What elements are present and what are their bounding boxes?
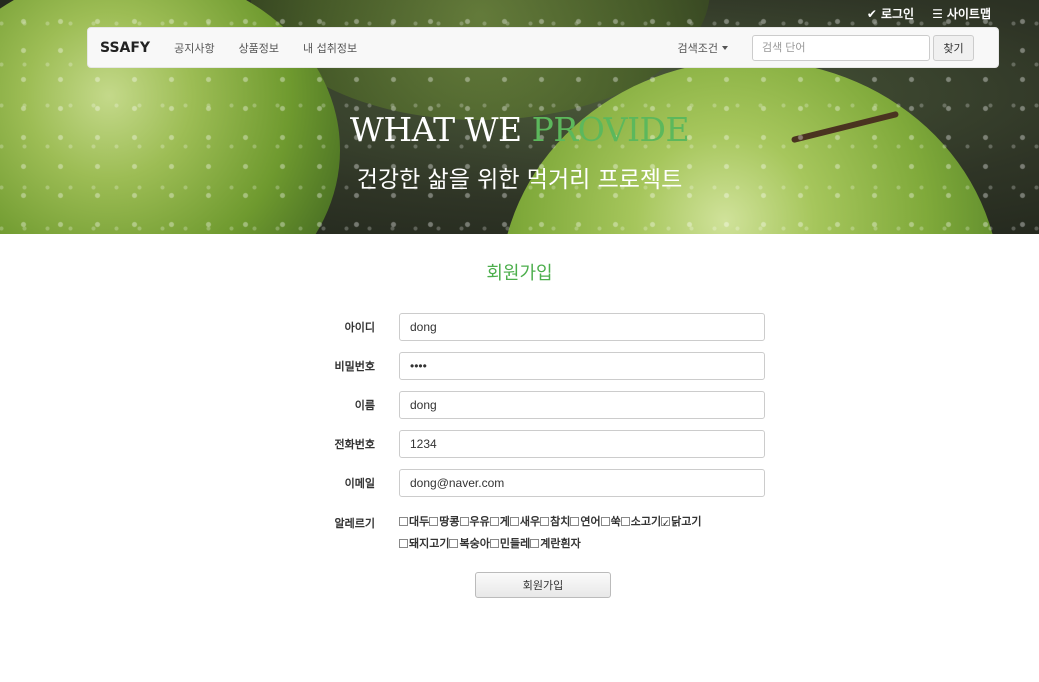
caret-down-icon (722, 45, 728, 50)
checkbox[interactable] (449, 539, 459, 548)
signup-button[interactable]: 회원가입 (475, 572, 611, 598)
allergy-checkbox-label: 민들레 (499, 537, 531, 550)
allergy-label: 알레르기 (334, 517, 375, 530)
allergy-checkbox-label: 새우 (519, 515, 541, 528)
search-button[interactable]: 찾기 (933, 34, 974, 61)
checkbox[interactable] (540, 517, 550, 526)
allergy-checkbox-label: 복숭아 (459, 537, 490, 550)
check-icon: ✔ (866, 6, 877, 21)
allergy-checkbox-item[interactable]: 닭고기 (661, 511, 702, 535)
checkbox[interactable] (399, 517, 408, 526)
sitemap-label: 사이트맵 (946, 7, 991, 21)
checkbox[interactable] (600, 517, 610, 526)
nav-link-notice[interactable]: 공지사항 (174, 40, 214, 56)
nav-right: 검색조건 찾기 (678, 34, 998, 61)
checkbox[interactable] (661, 514, 671, 535)
form-row-email: 이메일 (300, 469, 765, 497)
allergy-checkbox-item[interactable]: 민들레 (489, 533, 531, 554)
checkbox[interactable] (399, 539, 408, 548)
allergy-checkbox-item[interactable]: 우유 (459, 511, 490, 532)
checkbox[interactable] (429, 517, 439, 526)
allergy-checkbox-label: 계란흰자 (540, 537, 581, 550)
checkbox[interactable] (530, 539, 540, 548)
allergy-checkbox-label: 게 (499, 515, 510, 528)
nav-link-my-intake[interactable]: 내 섭취정보 (303, 40, 357, 56)
name-label: 이름 (354, 399, 375, 412)
allergy-checkbox-list: 대두 땅콩 우유 게 새우 참치 연어 쑥 소고기 닭고기돼지고기 복숭아 민들레 계란흰자 (399, 511, 749, 555)
allergy-checkbox-item[interactable]: 대두 (399, 511, 429, 532)
hero-banner: ✔ 로그인 ☰ 사이트맵 SSAFY 공지사항 상품정보 내 섭취정보 검색조건… (0, 0, 1039, 234)
checkbox[interactable] (570, 517, 580, 526)
checkbox[interactable] (620, 517, 630, 526)
allergy-checkbox-item[interactable]: 소고기 (620, 511, 662, 532)
allergy-checkbox-item[interactable]: 쑥 (600, 511, 621, 532)
search-condition-dropdown[interactable]: 검색조건 (678, 40, 728, 56)
top-links: ✔ 로그인 ☰ 사이트맵 (867, 5, 991, 22)
hero-title-white: WHAT WE (349, 110, 532, 149)
allergy-checkbox-item[interactable]: 게 (489, 511, 510, 532)
password-field[interactable] (399, 352, 765, 380)
allergy-checkbox-label: 참치 (550, 515, 571, 528)
brand-logo[interactable]: SSAFY (100, 40, 150, 56)
allergy-checkbox-label: 연어 (580, 515, 601, 528)
password-label: 비밀번호 (334, 360, 375, 373)
dropdown-label: 검색조건 (677, 41, 718, 55)
form-row-allergy: 알레르기 대두 땅콩 우유 게 새우 참치 연어 쑥 소고기 닭고기돼지고기 복숭아 민들레 계란흰자 (300, 511, 749, 555)
allergy-checkbox-item[interactable]: 연어 (570, 511, 601, 532)
checkbox[interactable] (459, 517, 469, 526)
allergy-checkbox-label: 닭고기 (671, 515, 702, 528)
allergy-checkbox-label: 땅콩 (439, 515, 460, 528)
allergy-checkbox-item[interactable]: 복숭아 (449, 533, 490, 554)
navbar: SSAFY 공지사항 상품정보 내 섭취정보 검색조건 찾기 (87, 27, 999, 68)
hero-subtitle: 건강한 삶을 위한 먹거리 프로젝트 (356, 167, 683, 193)
checkbox[interactable] (489, 517, 499, 526)
list-icon: ☰ (932, 6, 943, 21)
allergy-checkbox-item[interactable]: 계란흰자 (530, 533, 581, 554)
form-row-password: 비밀번호 (300, 352, 765, 380)
allergy-checkbox-label: 우유 (469, 515, 490, 528)
allergy-checkbox-item[interactable]: 참치 (540, 511, 570, 532)
search-input[interactable] (752, 34, 930, 61)
checkbox[interactable] (489, 539, 499, 548)
email-field[interactable] (399, 469, 765, 497)
name-field[interactable] (399, 391, 765, 419)
allergy-checkbox-label: 돼지고기 (409, 537, 450, 550)
allergy-checkbox-label: 쑥 (610, 515, 621, 528)
checkbox[interactable] (509, 517, 519, 526)
allergy-checkbox-item[interactable]: 새우 (509, 511, 541, 532)
login-label: 로그인 (880, 7, 915, 21)
nav-link-products[interactable]: 상품정보 (239, 40, 279, 56)
phone-field[interactable] (399, 430, 765, 458)
form-row-id: 아이디 (300, 313, 765, 341)
allergy-checkbox-label: 대두 (409, 515, 430, 528)
login-link[interactable]: ✔ 로그인 (867, 5, 914, 22)
hero-title: WHAT WE PROVIDE (0, 110, 1039, 149)
phone-label: 전화번호 (334, 438, 375, 451)
form-title: 회원가입 (486, 263, 553, 284)
email-label: 이메일 (344, 477, 375, 490)
form-row-name: 이름 (300, 391, 765, 419)
allergy-checkbox-item[interactable]: 땅콩 (429, 511, 460, 532)
sitemap-link[interactable]: ☰ 사이트맵 (932, 5, 991, 22)
hero-title-accent: PROVIDE (531, 110, 690, 149)
allergy-checkbox-label: 소고기 (630, 515, 662, 528)
allergy-checkbox-item[interactable]: 돼지고기 (399, 533, 449, 554)
id-field[interactable] (399, 313, 765, 341)
id-label: 아이디 (344, 321, 375, 334)
form-row-phone: 전화번호 (300, 430, 765, 458)
